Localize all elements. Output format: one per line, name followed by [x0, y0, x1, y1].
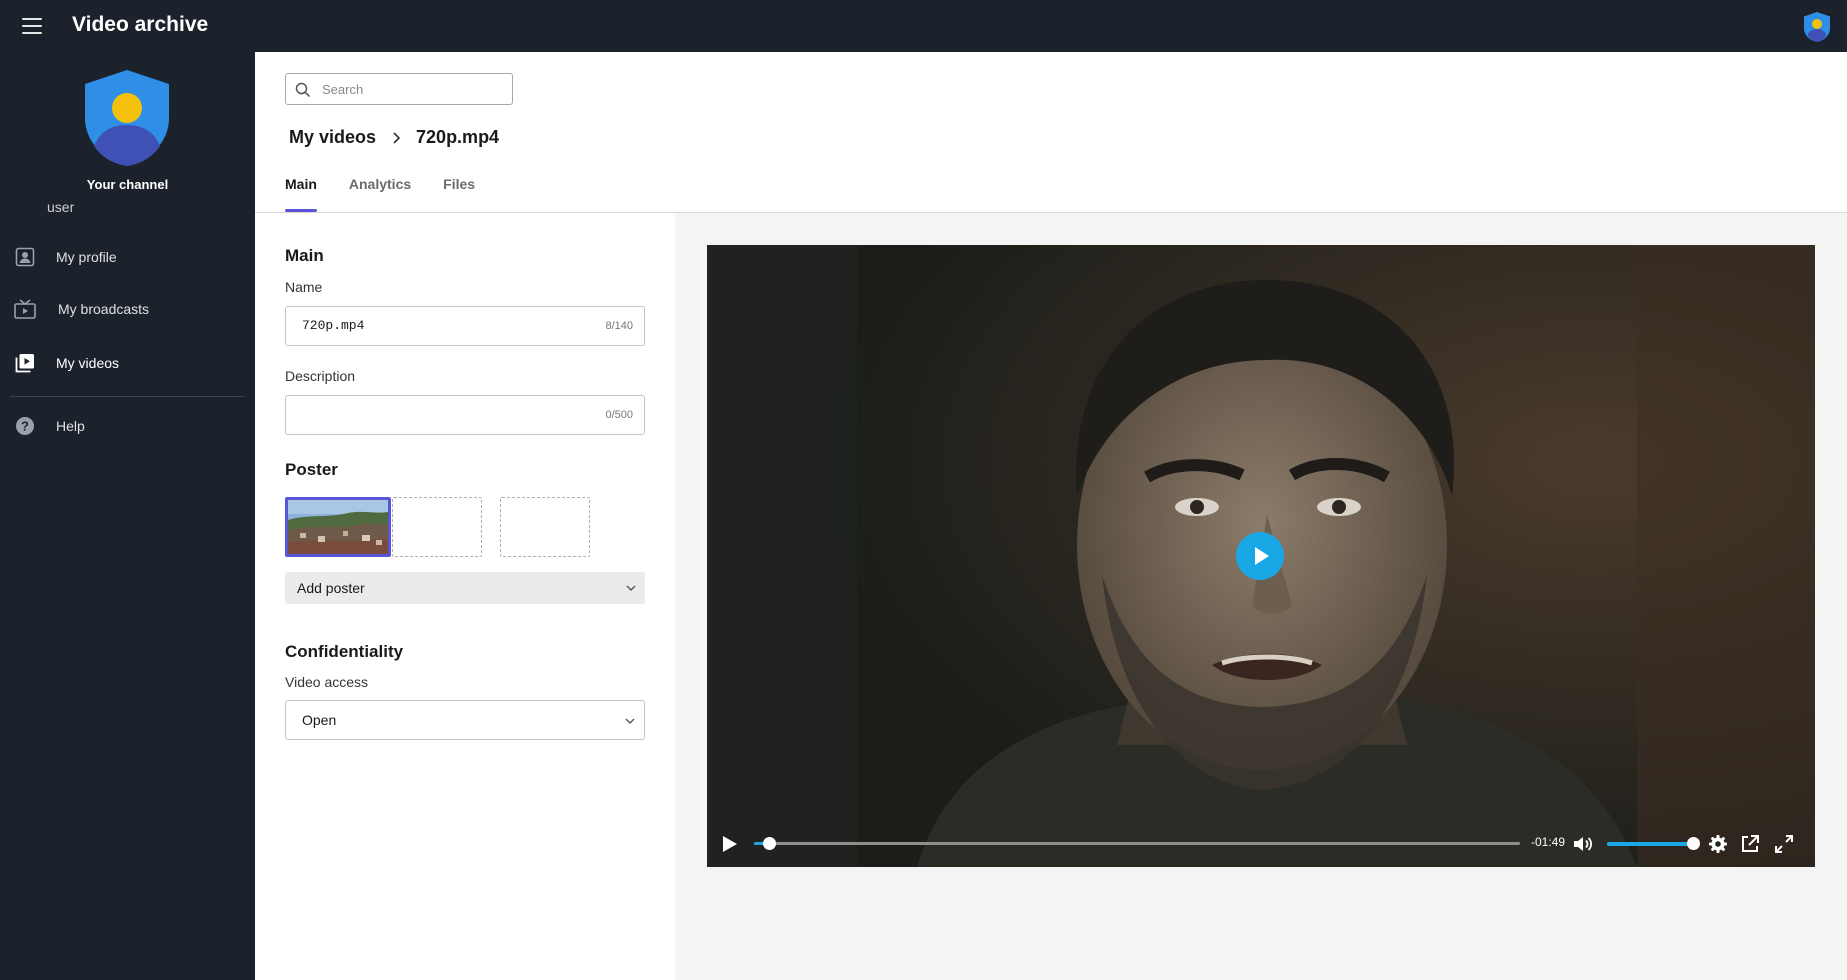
- settings-gear-icon[interactable]: [1707, 833, 1729, 855]
- name-field[interactable]: 720p.mp4 8/140: [285, 306, 645, 346]
- sidebar: Your channel user My profile My broadcas…: [0, 52, 255, 980]
- play-icon: [1255, 547, 1269, 565]
- video-access-label: Video access: [285, 674, 369, 690]
- search-input[interactable]: [322, 79, 502, 99]
- time-remaining: -01:49: [1531, 835, 1566, 849]
- player-controls: -01:49: [707, 817, 1815, 867]
- top-bar: Video archive: [0, 0, 1847, 52]
- tab-main[interactable]: Main: [285, 174, 317, 213]
- section-title-poster: Poster: [285, 460, 338, 479]
- breadcrumb-current: 720p.mp4: [416, 127, 500, 147]
- fullscreen-icon[interactable]: [1773, 833, 1795, 855]
- video-access-value: Open: [302, 712, 337, 728]
- poster-thumbnail-selected[interactable]: [285, 497, 391, 557]
- video-settings-form: Main Name 720p.mp4 8/140 Description 0/5…: [255, 213, 675, 980]
- name-label: Name: [285, 279, 323, 295]
- description-field[interactable]: 0/500: [285, 395, 645, 435]
- poster-slot-empty[interactable]: [500, 497, 590, 557]
- app-title: Video archive: [72, 13, 209, 36]
- section-title-confidentiality: Confidentiality: [285, 642, 404, 661]
- volume-fill: [1607, 842, 1693, 846]
- video-player[interactable]: -01:49: [707, 245, 1815, 867]
- broadcast-icon: [14, 298, 36, 320]
- chevron-right-icon: [393, 131, 401, 144]
- hamburger-menu-icon[interactable]: [18, 14, 46, 38]
- sidebar-item-label: Help: [56, 418, 85, 434]
- add-poster-dropdown[interactable]: Add poster: [285, 572, 645, 604]
- account-avatar-icon[interactable]: [1801, 11, 1833, 43]
- volume-icon[interactable]: [1571, 833, 1593, 855]
- poster-landscape-image: [288, 500, 388, 554]
- sidebar-item-label: My broadcasts: [58, 301, 150, 317]
- search-box[interactable]: [285, 73, 513, 105]
- poster-slot-empty[interactable]: [392, 497, 482, 557]
- sidebar-divider: [10, 396, 245, 397]
- volume-handle[interactable]: [1687, 837, 1700, 850]
- add-poster-label: Add poster: [297, 580, 365, 596]
- section-title-main: Main: [285, 246, 324, 265]
- search-icon: [295, 82, 311, 98]
- video-access-select[interactable]: Open: [285, 700, 645, 740]
- chevron-down-icon: [625, 718, 635, 724]
- sidebar-item-help[interactable]: ? Help: [0, 406, 255, 446]
- description-label: Description: [285, 368, 356, 384]
- volume-slider[interactable]: [1607, 837, 1700, 850]
- channel-label: Your channel: [86, 177, 169, 192]
- sidebar-item-my-videos[interactable]: My videos: [0, 343, 255, 383]
- name-char-counter: 8/140: [605, 320, 633, 332]
- svg-text:?: ?: [21, 419, 29, 434]
- video-preview-area: -01:49: [675, 213, 1847, 980]
- sidebar-item-my-broadcasts[interactable]: My broadcasts: [0, 289, 255, 329]
- chevron-down-icon: [626, 585, 636, 591]
- tab-bar: Main Analytics Files: [285, 174, 507, 213]
- breadcrumb-my-videos[interactable]: My videos: [289, 127, 376, 148]
- progress-handle[interactable]: [763, 837, 777, 850]
- breadcrumb: My videos 720p.mp4: [289, 127, 499, 148]
- big-play-button[interactable]: [1236, 532, 1284, 580]
- video-library-icon: [14, 352, 36, 374]
- sidebar-item-my-profile[interactable]: My profile: [0, 237, 255, 277]
- sidebar-item-label: My videos: [56, 355, 120, 371]
- popout-icon[interactable]: [1739, 833, 1761, 855]
- progress-bar[interactable]: [754, 837, 1520, 850]
- description-char-counter: 0/500: [605, 409, 633, 421]
- page-header: My videos 720p.mp4 Main Analytics Files: [255, 52, 1847, 213]
- channel-avatar[interactable]: [80, 68, 174, 168]
- tab-analytics[interactable]: Analytics: [349, 174, 411, 213]
- profile-icon: [14, 246, 36, 268]
- name-value: 720p.mp4: [302, 318, 365, 333]
- tab-files[interactable]: Files: [443, 174, 475, 213]
- help-icon: ?: [14, 415, 36, 437]
- play-icon[interactable]: [718, 833, 740, 855]
- channel-username: user: [47, 199, 75, 215]
- sidebar-item-label: My profile: [56, 249, 117, 265]
